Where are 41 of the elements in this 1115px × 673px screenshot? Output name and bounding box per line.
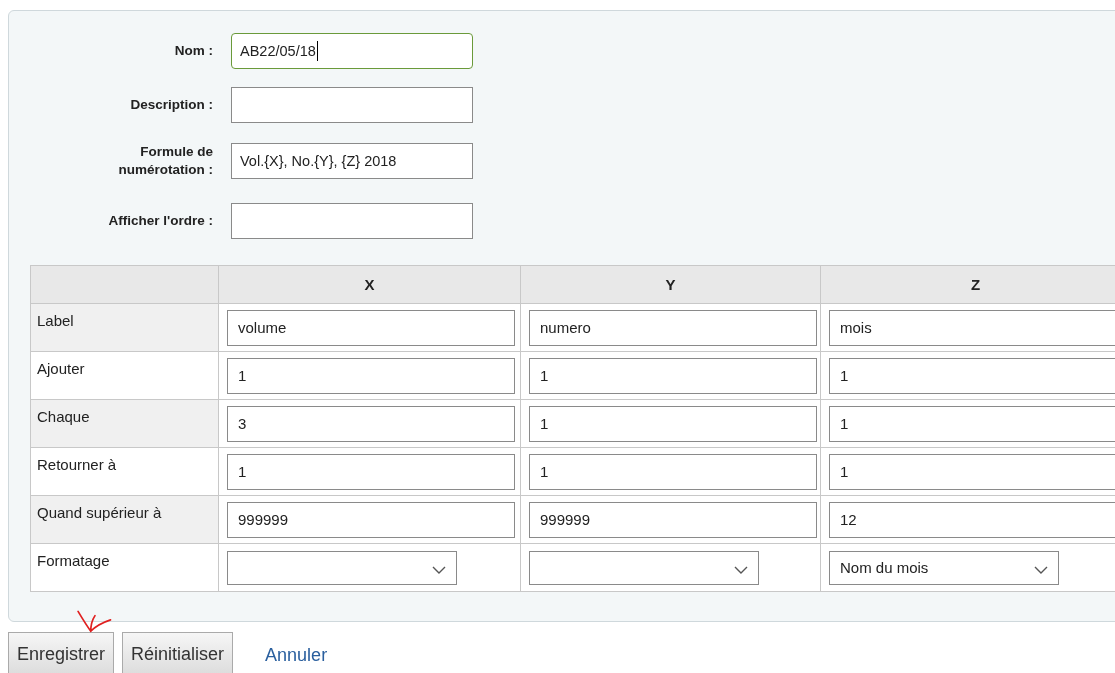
input-field[interactable] bbox=[231, 203, 473, 239]
dropdown[interactable] bbox=[529, 550, 759, 585]
form-button[interactable]: Enregistrer bbox=[8, 632, 115, 673]
column-header: Y bbox=[520, 265, 821, 304]
input-field[interactable]: 999999 bbox=[227, 501, 515, 538]
input-field[interactable]: 999999 bbox=[529, 501, 817, 538]
row-label: Ajouter bbox=[30, 351, 219, 400]
chevron-down-icon bbox=[432, 565, 446, 574]
row-label: Formatage bbox=[30, 543, 219, 592]
input-field[interactable]: 1 bbox=[529, 357, 817, 394]
input-field[interactable]: 1 bbox=[829, 453, 1115, 490]
input-field[interactable]: volume bbox=[227, 309, 515, 346]
form-button[interactable]: Réinitialiser bbox=[122, 632, 234, 673]
field-label: Afficher l'ordre : bbox=[107, 212, 213, 230]
field-label: Nom : bbox=[173, 42, 213, 60]
row-label: Quand supérieur à bbox=[30, 495, 219, 544]
chevron-down-icon bbox=[1034, 565, 1048, 574]
column-header: Z bbox=[820, 265, 1115, 304]
input-field[interactable]: 12 bbox=[829, 501, 1115, 538]
column-header: X bbox=[218, 265, 521, 304]
row-label: Retourner à bbox=[30, 447, 219, 496]
chevron-down-icon bbox=[734, 565, 748, 574]
input-field[interactable]: 3 bbox=[227, 405, 515, 442]
input-field[interactable] bbox=[231, 87, 473, 123]
input-field[interactable]: Vol.{X}, No.{Y}, {Z} 2018 bbox=[231, 143, 473, 179]
input-field[interactable]: 1 bbox=[529, 453, 817, 490]
input-field[interactable]: 1 bbox=[227, 357, 515, 394]
cancel-link[interactable]: Annuler bbox=[265, 645, 328, 666]
input-field[interactable]: mois bbox=[829, 309, 1115, 346]
input-field[interactable]: 1 bbox=[829, 405, 1115, 442]
input-field[interactable]: 1 bbox=[227, 453, 515, 490]
input-field[interactable]: numero bbox=[529, 309, 817, 346]
input-field[interactable]: 1 bbox=[529, 405, 817, 442]
row-label: Label bbox=[30, 303, 219, 352]
dropdown[interactable] bbox=[227, 550, 457, 585]
dropdown[interactable]: Nom du mois bbox=[829, 550, 1059, 585]
field-label: Description : bbox=[129, 96, 213, 114]
field-label: Formule de numérotation : bbox=[117, 143, 213, 179]
row-label: Chaque bbox=[30, 399, 219, 448]
input-field[interactable]: 1 bbox=[829, 357, 1115, 394]
input-field[interactable]: AB22/05/18 bbox=[231, 33, 473, 69]
